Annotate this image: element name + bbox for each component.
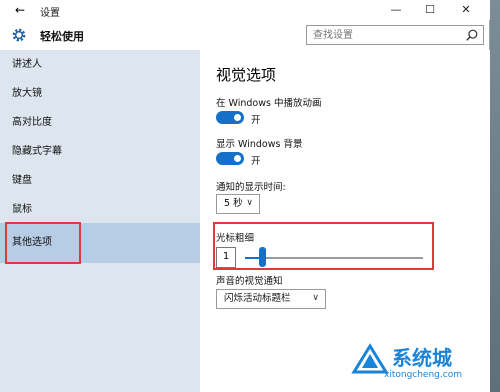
back-button[interactable]: ← — [12, 2, 28, 18]
visual-notify-label: 声音的视觉通知 — [216, 276, 283, 287]
cursor-thickness-thumb[interactable] — [259, 247, 266, 267]
sidebar-item-high-contrast[interactable]: 高对比度 — [0, 108, 200, 137]
page-title: 轻松使用 — [40, 30, 84, 43]
notify-time-dropdown[interactable]: 5 秒 ∨ — [216, 194, 260, 214]
chevron-down-icon: ∨ — [312, 293, 319, 303]
watermark-url: xitongcheng.com — [384, 370, 462, 380]
other-options-highlight — [5, 222, 81, 264]
page-header: 轻松使用 — [0, 22, 490, 50]
desktop-background — [490, 0, 500, 392]
show-background-toggle[interactable] — [216, 152, 244, 165]
chevron-down-icon: ∨ — [246, 198, 253, 208]
app-title: 设置 — [40, 8, 60, 19]
settings-window: ← 设置 — ☐ ✕ 轻松使用 讲述人 放大镜 高对比度 隐藏式字幕 键盘 鼠标… — [0, 0, 490, 392]
search-input[interactable] — [307, 26, 457, 44]
maximize-button[interactable]: ☐ — [416, 2, 444, 18]
toggle-knob — [234, 155, 241, 162]
sidebar-item-closed-captions[interactable]: 隐藏式字幕 — [0, 137, 200, 166]
sidebar-item-mouse[interactable]: 鼠标 — [0, 195, 200, 224]
sidebar-item-keyboard[interactable]: 键盘 — [0, 166, 200, 195]
play-animations-label: 在 Windows 中播放动画 — [216, 98, 322, 109]
close-button[interactable]: ✕ — [452, 2, 480, 18]
title-bar: ← 设置 — ☐ ✕ — [0, 0, 490, 20]
visual-notify-value: 闪烁活动标题栏 — [224, 293, 291, 304]
minimize-button[interactable]: — — [382, 2, 410, 18]
gear-icon — [12, 28, 26, 42]
play-animations-state: 开 — [251, 115, 261, 126]
watermark: 系统城 xitongcheng.com — [340, 340, 500, 392]
play-animations-toggle[interactable] — [216, 111, 244, 124]
notify-time-value: 5 秒 — [224, 198, 243, 209]
search-icon[interactable] — [465, 28, 479, 42]
watermark-text: 系统城 — [392, 346, 452, 370]
cursor-thickness-preview: 1 — [216, 247, 236, 268]
visual-notify-dropdown[interactable]: 闪烁活动标题栏 ∨ — [216, 289, 326, 309]
section-title: 视觉选项 — [216, 66, 277, 84]
show-background-label: 显示 Windows 背景 — [216, 139, 303, 150]
notify-time-label: 通知的显示时间: — [216, 182, 286, 193]
toggle-knob — [234, 114, 241, 121]
sidebar-item-magnifier[interactable]: 放大镜 — [0, 79, 200, 108]
show-background-state: 开 — [251, 156, 261, 167]
cursor-thickness-label: 光标粗细 — [216, 233, 255, 244]
sidebar: 讲述人 放大镜 高对比度 隐藏式字幕 键盘 鼠标 其他选项 — [0, 50, 200, 392]
sidebar-item-narrator[interactable]: 讲述人 — [0, 50, 200, 79]
cursor-thickness-track[interactable] — [245, 257, 423, 259]
search-box[interactable] — [306, 25, 484, 45]
